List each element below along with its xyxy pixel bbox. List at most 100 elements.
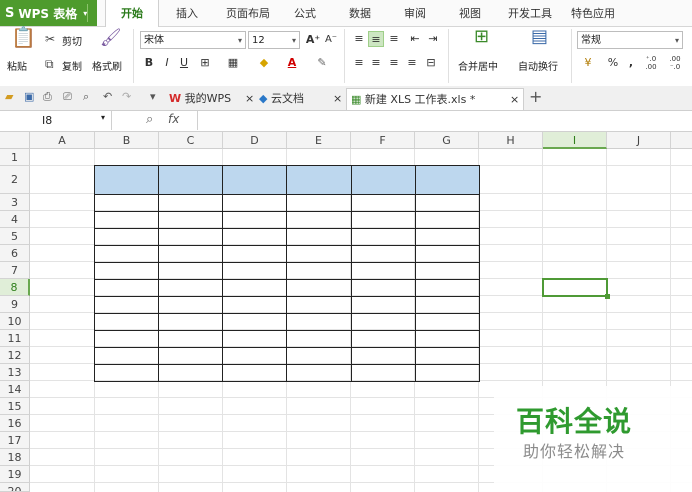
table-cell[interactable] [286,211,352,229]
table-cell[interactable] [94,313,159,331]
table-cell[interactable] [414,296,481,314]
active-cell-i8[interactable] [542,278,608,297]
table-cell[interactable] [94,296,159,314]
column-header-k[interactable] [671,132,692,149]
close-icon[interactable]: × [333,88,342,110]
table-cell[interactable] [222,245,288,263]
merge-center-icon[interactable]: ⊞ [474,28,489,46]
close-icon[interactable]: × [510,89,519,111]
table-cell[interactable] [157,194,224,212]
table-cell[interactable] [286,364,352,382]
print-preview-icon[interactable]: ⌕ [83,90,89,104]
row-header-6[interactable]: 6 [0,245,30,262]
table-cell[interactable] [157,347,224,365]
tab-view[interactable]: 视图 [452,0,488,26]
table-cell[interactable] [286,279,352,297]
row-header-10[interactable]: 10 [0,313,30,330]
table-cell[interactable] [222,165,288,195]
decrease-decimal-button[interactable]: .00 ⁻.0 [667,55,683,71]
table-cell[interactable] [286,262,352,280]
table-cell[interactable] [414,279,481,297]
italic-button[interactable]: I [159,55,175,71]
column-header-i[interactable]: I [543,132,607,149]
save-icon[interactable]: ▣ [24,90,34,104]
table-cell[interactable] [414,313,481,331]
undo-icon[interactable]: ↶ [103,90,112,104]
currency-icon[interactable]: ¥ [580,55,596,71]
table-cell[interactable] [157,279,224,297]
table-cell[interactable] [286,194,352,212]
table-cell[interactable] [157,262,224,280]
table-cell[interactable] [157,245,224,263]
table-cell[interactable] [414,228,481,246]
column-header-f[interactable]: F [351,132,415,149]
redo-icon[interactable]: ↷ [122,90,131,104]
table-cell[interactable] [350,347,416,365]
clear-format-icon[interactable]: ✎ [314,55,330,71]
table-cell[interactable] [350,165,416,195]
fill-handle[interactable] [605,294,610,299]
row-header-19[interactable]: 19 [0,466,30,483]
function-button[interactable]: fx [168,112,179,126]
open-folder-icon[interactable]: ▰ [5,90,13,104]
table-cell[interactable] [350,245,416,263]
table-cell[interactable] [222,194,288,212]
table-cell[interactable] [414,364,481,382]
name-box[interactable]: I8 [0,111,112,130]
justify-icon[interactable]: ≡ [404,55,420,71]
table-cell[interactable] [350,364,416,382]
percent-button[interactable]: % [605,55,621,71]
font-color-icon[interactable]: A [284,55,300,71]
decrease-indent-icon[interactable]: ⇤ [407,31,423,47]
tab-insert[interactable]: 插入 [167,0,207,26]
tab-data[interactable]: 数据 [342,0,378,26]
doc-tab-new-xls[interactable]: ▦ 新建 XLS 工作表.xls * × [346,88,524,110]
table-cell[interactable] [157,364,224,382]
table-cell[interactable] [350,194,416,212]
row-header-3[interactable]: 3 [0,194,30,211]
row-header-20[interactable]: 20 [0,483,30,492]
border-icon[interactable]: ⊞ [197,55,213,71]
tab-review[interactable]: 审阅 [397,0,433,26]
formula-input[interactable] [197,111,692,130]
copy-button[interactable]: 复制 [62,58,82,73]
table-cell[interactable] [222,211,288,229]
table-cell[interactable] [414,347,481,365]
underline-button[interactable]: U [176,55,192,71]
row-header-8[interactable]: 8 [0,279,30,296]
row-header-17[interactable]: 17 [0,432,30,449]
table-cell[interactable] [94,211,159,229]
table-cell[interactable] [286,313,352,331]
table-row[interactable] [94,347,481,365]
table-cell[interactable] [414,165,481,195]
table-cell[interactable] [222,262,288,280]
table-cell[interactable] [286,245,352,263]
table-cell[interactable] [286,296,352,314]
column-header-j[interactable]: J [607,132,671,149]
table-row[interactable] [94,228,481,246]
table-cell[interactable] [350,262,416,280]
table-row[interactable] [94,245,481,263]
tab-formulas[interactable]: 公式 [287,0,323,26]
tab-special[interactable]: 特色应用 [567,0,619,26]
shrink-font-button[interactable]: A⁻ [323,32,339,48]
comma-button[interactable]: , [623,55,639,71]
table-cell[interactable] [94,279,159,297]
table-cell[interactable] [94,262,159,280]
row-header-7[interactable]: 7 [0,262,30,279]
column-header-c[interactable]: C [159,132,223,149]
column-header-b[interactable]: B [95,132,159,149]
table-row[interactable] [94,262,481,280]
grow-font-button[interactable]: A⁺ [305,32,321,48]
export-pdf-icon[interactable]: ⎙ [43,90,52,104]
table-cell[interactable] [157,165,224,195]
row-header-5[interactable]: 5 [0,228,30,245]
doc-tab-my-wps[interactable]: W 我的WPS × [169,88,257,110]
table-cell[interactable] [222,330,288,348]
table-cell[interactable] [350,296,416,314]
row-header-16[interactable]: 16 [0,415,30,432]
table-row[interactable] [94,296,481,314]
table-cell[interactable] [157,313,224,331]
select-all-corner[interactable] [0,132,30,149]
copy-icon[interactable]: ⧉ [45,57,54,71]
